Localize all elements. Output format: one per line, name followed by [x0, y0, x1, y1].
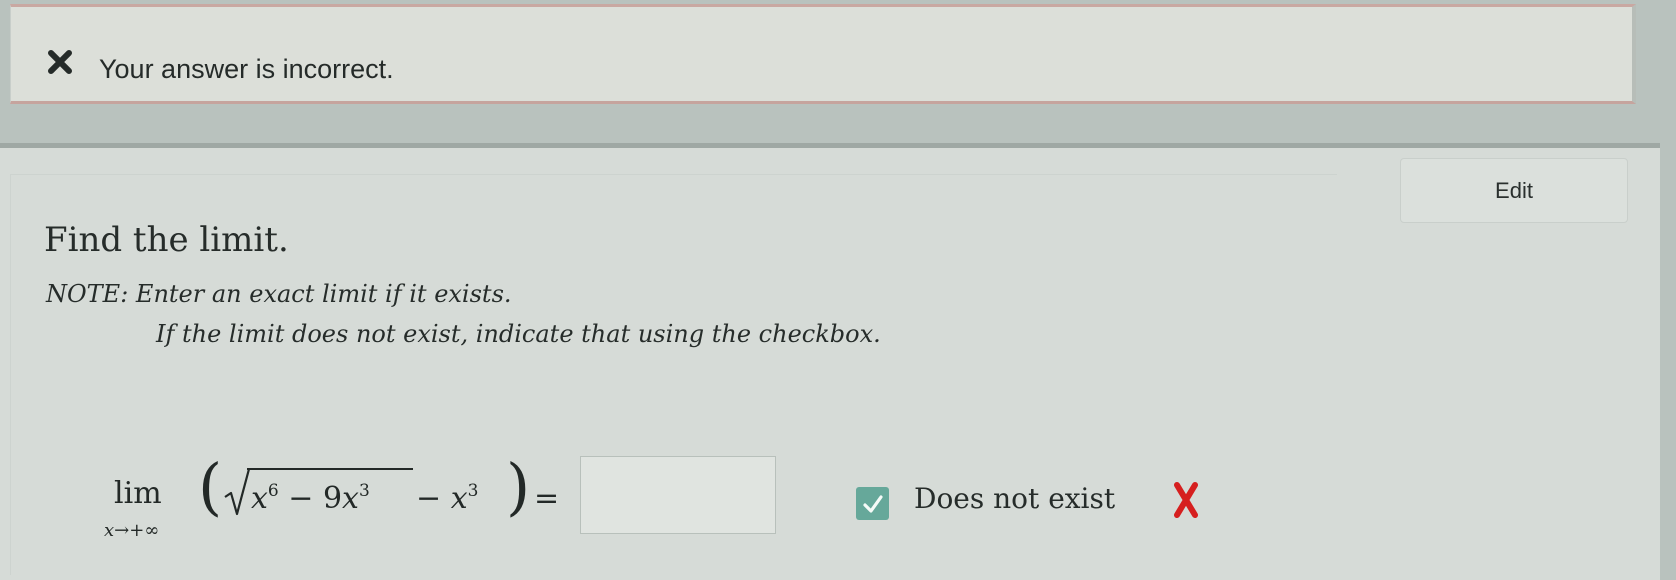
radicand-x-term: x [251, 481, 268, 516]
x-icon [48, 50, 72, 74]
does-not-exist-label: Does not exist [914, 482, 1116, 515]
does-not-exist-checkbox[interactable] [856, 487, 889, 520]
limit-symbol: lim [114, 476, 162, 511]
radicand-exponent-3: 3 [358, 481, 370, 501]
minus-sign: − [416, 481, 451, 516]
question-card: Edit Find the limit. NOTE: Enter an exac… [0, 143, 1660, 580]
equals-sign: = [534, 481, 560, 516]
square-root-icon [224, 468, 250, 516]
note-line-2: If the limit does not exist, indicate th… [156, 320, 881, 348]
edit-button[interactable]: Edit [1400, 158, 1628, 223]
radical-bar [247, 468, 413, 470]
answer-input[interactable] [580, 456, 776, 534]
limit-expression: lim x→+∞ ( x6 − 9x3 − x3 ) = [96, 448, 576, 548]
left-parenthesis: ( [198, 450, 223, 523]
exponent-3: 3 [467, 481, 479, 501]
limit-subscript: x→+∞ [104, 520, 160, 541]
feedback-message: Your answer is incorrect. [99, 54, 394, 84]
x-term: x [450, 481, 468, 516]
radicand: x6 − 9x3 [251, 481, 370, 516]
radicand-x-term-2: x [342, 481, 359, 516]
red-x-icon [1174, 482, 1198, 518]
right-parenthesis: ) [506, 450, 531, 523]
radicand-minus-nine: − 9 [278, 481, 343, 516]
checkmark-icon [862, 494, 883, 513]
minus-x-cubed: − x3 [416, 481, 478, 516]
feedback-banner: Your answer is incorrect. [10, 4, 1636, 104]
radicand-exponent-6: 6 [267, 481, 279, 501]
note-line-1: NOTE: Enter an exact limit if it exists. [46, 280, 512, 308]
question-title: Find the limit. [44, 220, 289, 260]
